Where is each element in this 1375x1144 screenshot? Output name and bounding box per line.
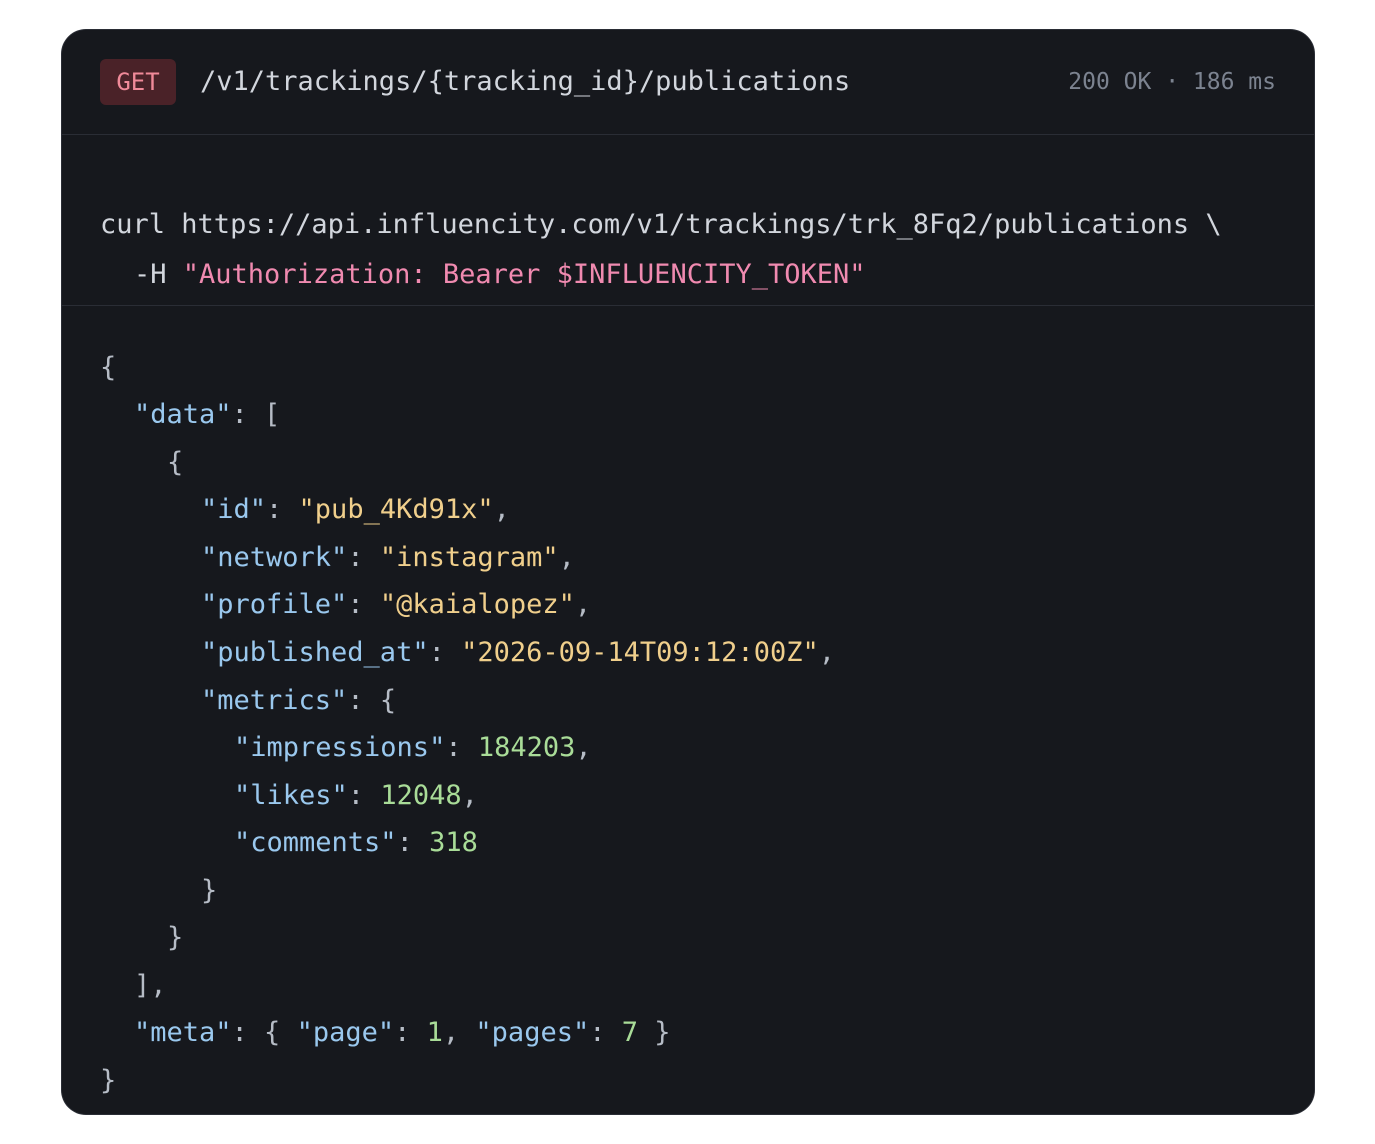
response-status: 200 OK · 186 ms: [1068, 69, 1276, 95]
json-line: "meta": { "page": 1, "pages": 7 }: [134, 1017, 671, 1048]
metrics-key: "metrics": [201, 685, 348, 716]
json-line: "comments": 318: [234, 827, 478, 858]
json-line: }: [100, 1065, 117, 1096]
endpoint-header: GET /v1/trackings/{tracking_id}/publicat…: [62, 30, 1314, 135]
meta-key: "meta": [134, 1017, 232, 1048]
json-line: "network": "instagram",: [201, 542, 575, 573]
pages-value: 7: [621, 1017, 638, 1048]
json-line: "profile": "@kaialopez",: [201, 589, 592, 620]
header-flag: -H: [134, 259, 167, 290]
api-example-card: GET /v1/trackings/{tracking_id}/publicat…: [62, 30, 1314, 1114]
json-line: "published_at": "2026-09-14T09:12:00Z",: [201, 637, 835, 668]
json-response-block: { "data": [ { "id": "pub_4Kd91x", "netwo…: [62, 306, 1314, 1114]
curl-line-1: curl https://api.influencity.com/v1/trac…: [100, 207, 1222, 243]
likes-value: 12048: [380, 780, 462, 811]
curl-command: curl: [100, 209, 166, 240]
comments-value: 318: [429, 827, 478, 858]
json-line: }: [201, 875, 218, 906]
json-line: "impressions": 184203,: [234, 732, 592, 763]
pages-key: "pages": [475, 1017, 590, 1048]
json-line: "id": "pub_4Kd91x",: [201, 494, 510, 525]
authorization-header: "Authorization: Bearer $INFLUENCITY_TOKE…: [182, 259, 866, 290]
impressions-key: "impressions": [234, 732, 446, 763]
published-at-key: "published_at": [201, 637, 429, 668]
json-line: "data": [: [134, 399, 281, 430]
page-value: 1: [426, 1017, 443, 1048]
curl-request-block: curl https://api.influencity.com/v1/trac…: [62, 135, 1314, 306]
json-line: "likes": 12048,: [234, 780, 478, 811]
http-method-badge: GET: [100, 59, 176, 105]
json-line: "metrics": {: [201, 685, 397, 716]
json-line: ],: [134, 970, 167, 1001]
network-value: "instagram": [379, 542, 559, 573]
id-value: "pub_4Kd91x": [298, 494, 494, 525]
data-key: "data": [134, 399, 232, 430]
network-key: "network": [201, 542, 348, 573]
json-line: {: [167, 447, 184, 478]
endpoint-path: /v1/trackings/{tracking_id}/publications: [200, 66, 851, 97]
impressions-value: 184203: [477, 732, 576, 763]
request-url: https://api.influencity.com/v1/trackings…: [181, 209, 1190, 240]
published-at-value: "2026-09-14T09:12:00Z": [461, 637, 819, 668]
json-line: {: [100, 352, 117, 383]
curl-line-2: -H "Authorization: Bearer $INFLUENCITY_T…: [134, 257, 866, 293]
page-key: "page": [296, 1017, 395, 1048]
likes-key: "likes": [234, 780, 348, 811]
id-key: "id": [201, 494, 267, 525]
json-line: }: [167, 922, 184, 953]
line-continuation: \: [1205, 209, 1222, 240]
comments-key: "comments": [234, 827, 397, 858]
profile-key: "profile": [201, 589, 348, 620]
profile-value: "@kaialopez": [379, 589, 575, 620]
